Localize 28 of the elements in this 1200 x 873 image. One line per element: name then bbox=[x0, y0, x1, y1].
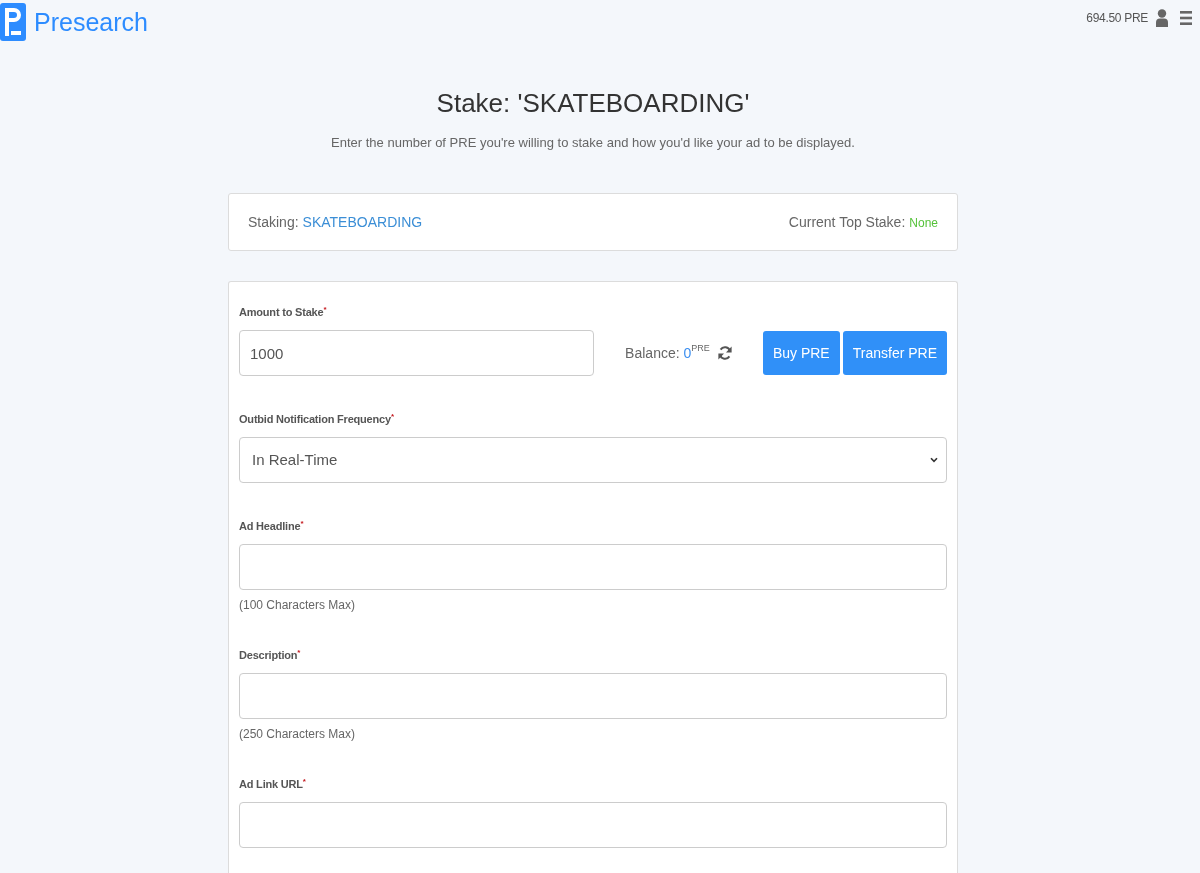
person-icon[interactable] bbox=[1156, 9, 1168, 27]
refresh-icon[interactable] bbox=[717, 345, 732, 361]
top-stake-label: Current Top Stake: bbox=[788, 212, 906, 232]
keyword-link[interactable]: SKATEBOARDING bbox=[302, 211, 423, 233]
pre-balance-text: 694.50 PRE bbox=[1086, 10, 1148, 27]
input-field[interactable] bbox=[239, 544, 947, 590]
field-label: Amount to Stake* bbox=[239, 306, 327, 318]
input-field[interactable] bbox=[239, 802, 947, 848]
input-field[interactable]: 1000 bbox=[239, 330, 594, 376]
dropdown-field[interactable]: In Real-Time bbox=[239, 437, 947, 483]
top-stake-value: None bbox=[909, 214, 938, 232]
action-button[interactable]: Buy PRE bbox=[762, 331, 840, 375]
brand-name[interactable]: Presearch bbox=[34, 9, 148, 35]
help-text: (100 Characters Max) bbox=[239, 598, 356, 612]
balance-text: Balance: 0$^{PRE}$ bbox=[625, 342, 710, 363]
page-title: Stake: 'SKATEBOARDING' bbox=[436, 87, 750, 120]
field-label: Description* bbox=[239, 649, 301, 661]
page-subtitle: Enter the number of PRE you're willing to stake and how you'd like your ad to be displayed. bbox=[331, 134, 855, 152]
input-field[interactable] bbox=[239, 673, 947, 719]
field-label: Ad Headline* bbox=[239, 520, 304, 532]
menu-icon[interactable] bbox=[1180, 10, 1192, 26]
help-text: (250 Characters Max) bbox=[239, 727, 356, 741]
logo-icon[interactable] bbox=[0, 3, 26, 41]
field-label: Outbid Notification Frequency* bbox=[239, 413, 394, 425]
chevron-down-icon bbox=[930, 457, 938, 463]
action-button[interactable]: Transfer PRE bbox=[842, 331, 947, 375]
staking-label: Staking: bbox=[248, 212, 299, 232]
field-label: Ad Link URL* bbox=[239, 778, 306, 790]
